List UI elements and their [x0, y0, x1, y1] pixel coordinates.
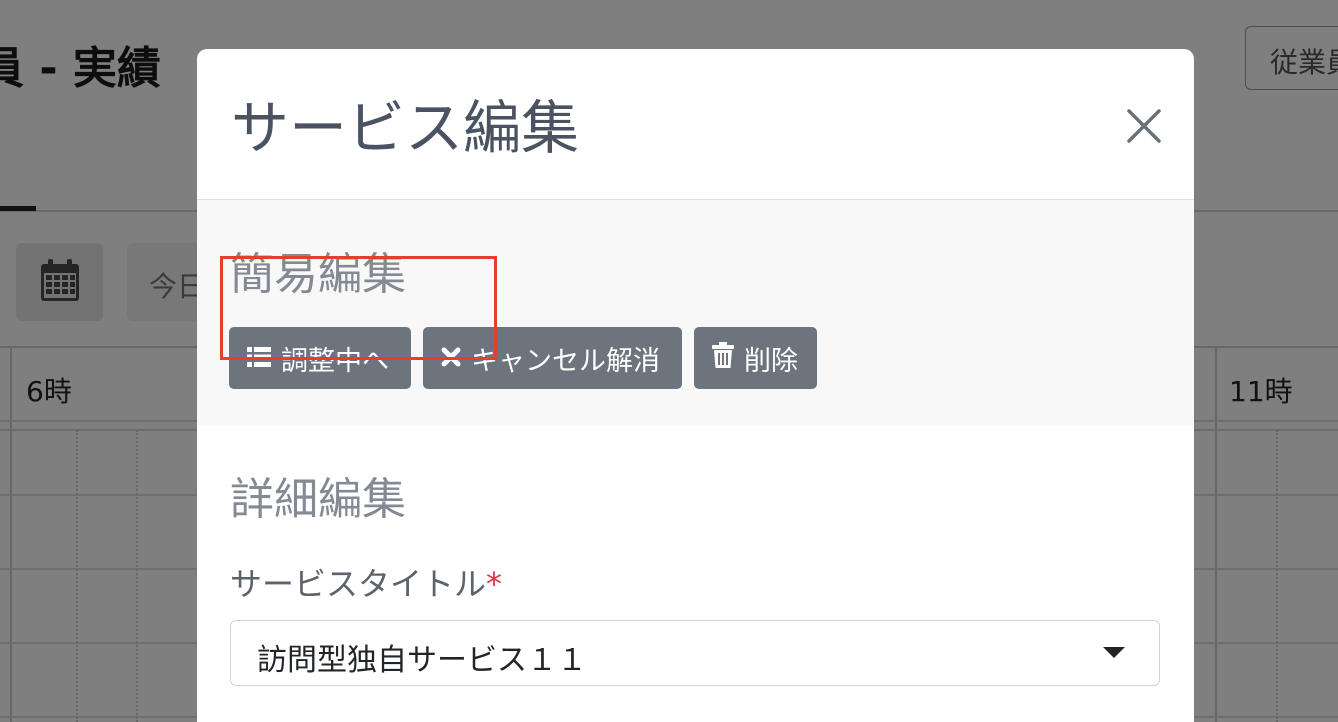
service-title-label: サービスタイトル*	[230, 559, 502, 605]
required-mark: *	[486, 565, 503, 603]
caret-down-icon	[1103, 647, 1125, 658]
quick-edit-section: 簡易編集 調整中へ キャンセル解消 削除	[197, 200, 1194, 425]
service-edit-modal: サービス編集 簡易編集 調整中へ キャンセル解消 削除 詳細編集 サービスタイト…	[197, 49, 1194, 722]
cancel-release-label: キャンセル解消	[471, 345, 660, 377]
detail-edit-section: 詳細編集 サービスタイトル* 訪問型独自サービス１１	[197, 425, 1194, 722]
modal-header: サービス編集	[197, 49, 1194, 200]
close-button[interactable]	[1122, 104, 1166, 148]
screen: 員 - 実績 従業員 今日 6時 11時 サービス編集	[0, 0, 1338, 722]
service-title-label-text: サービスタイトル	[230, 565, 487, 603]
close-icon	[1122, 109, 1166, 152]
cancel-release-button[interactable]: キャンセル解消	[423, 327, 682, 389]
delete-button[interactable]: 削除	[694, 327, 817, 389]
times-icon	[441, 343, 471, 374]
list-icon	[247, 343, 281, 374]
trash-icon	[712, 341, 744, 375]
quick-edit-heading: 簡易編集	[230, 249, 406, 300]
delete-label: 削除	[744, 345, 798, 377]
service-title-value: 訪問型独自サービス１１	[257, 643, 587, 678]
to-adjusting-label: 調整中へ	[281, 345, 389, 377]
detail-edit-heading: 詳細編集	[230, 474, 406, 525]
service-title-select[interactable]: 訪問型独自サービス１１	[230, 620, 1160, 686]
modal-title: サービス編集	[231, 94, 580, 162]
to-adjusting-button[interactable]: 調整中へ	[229, 327, 411, 389]
